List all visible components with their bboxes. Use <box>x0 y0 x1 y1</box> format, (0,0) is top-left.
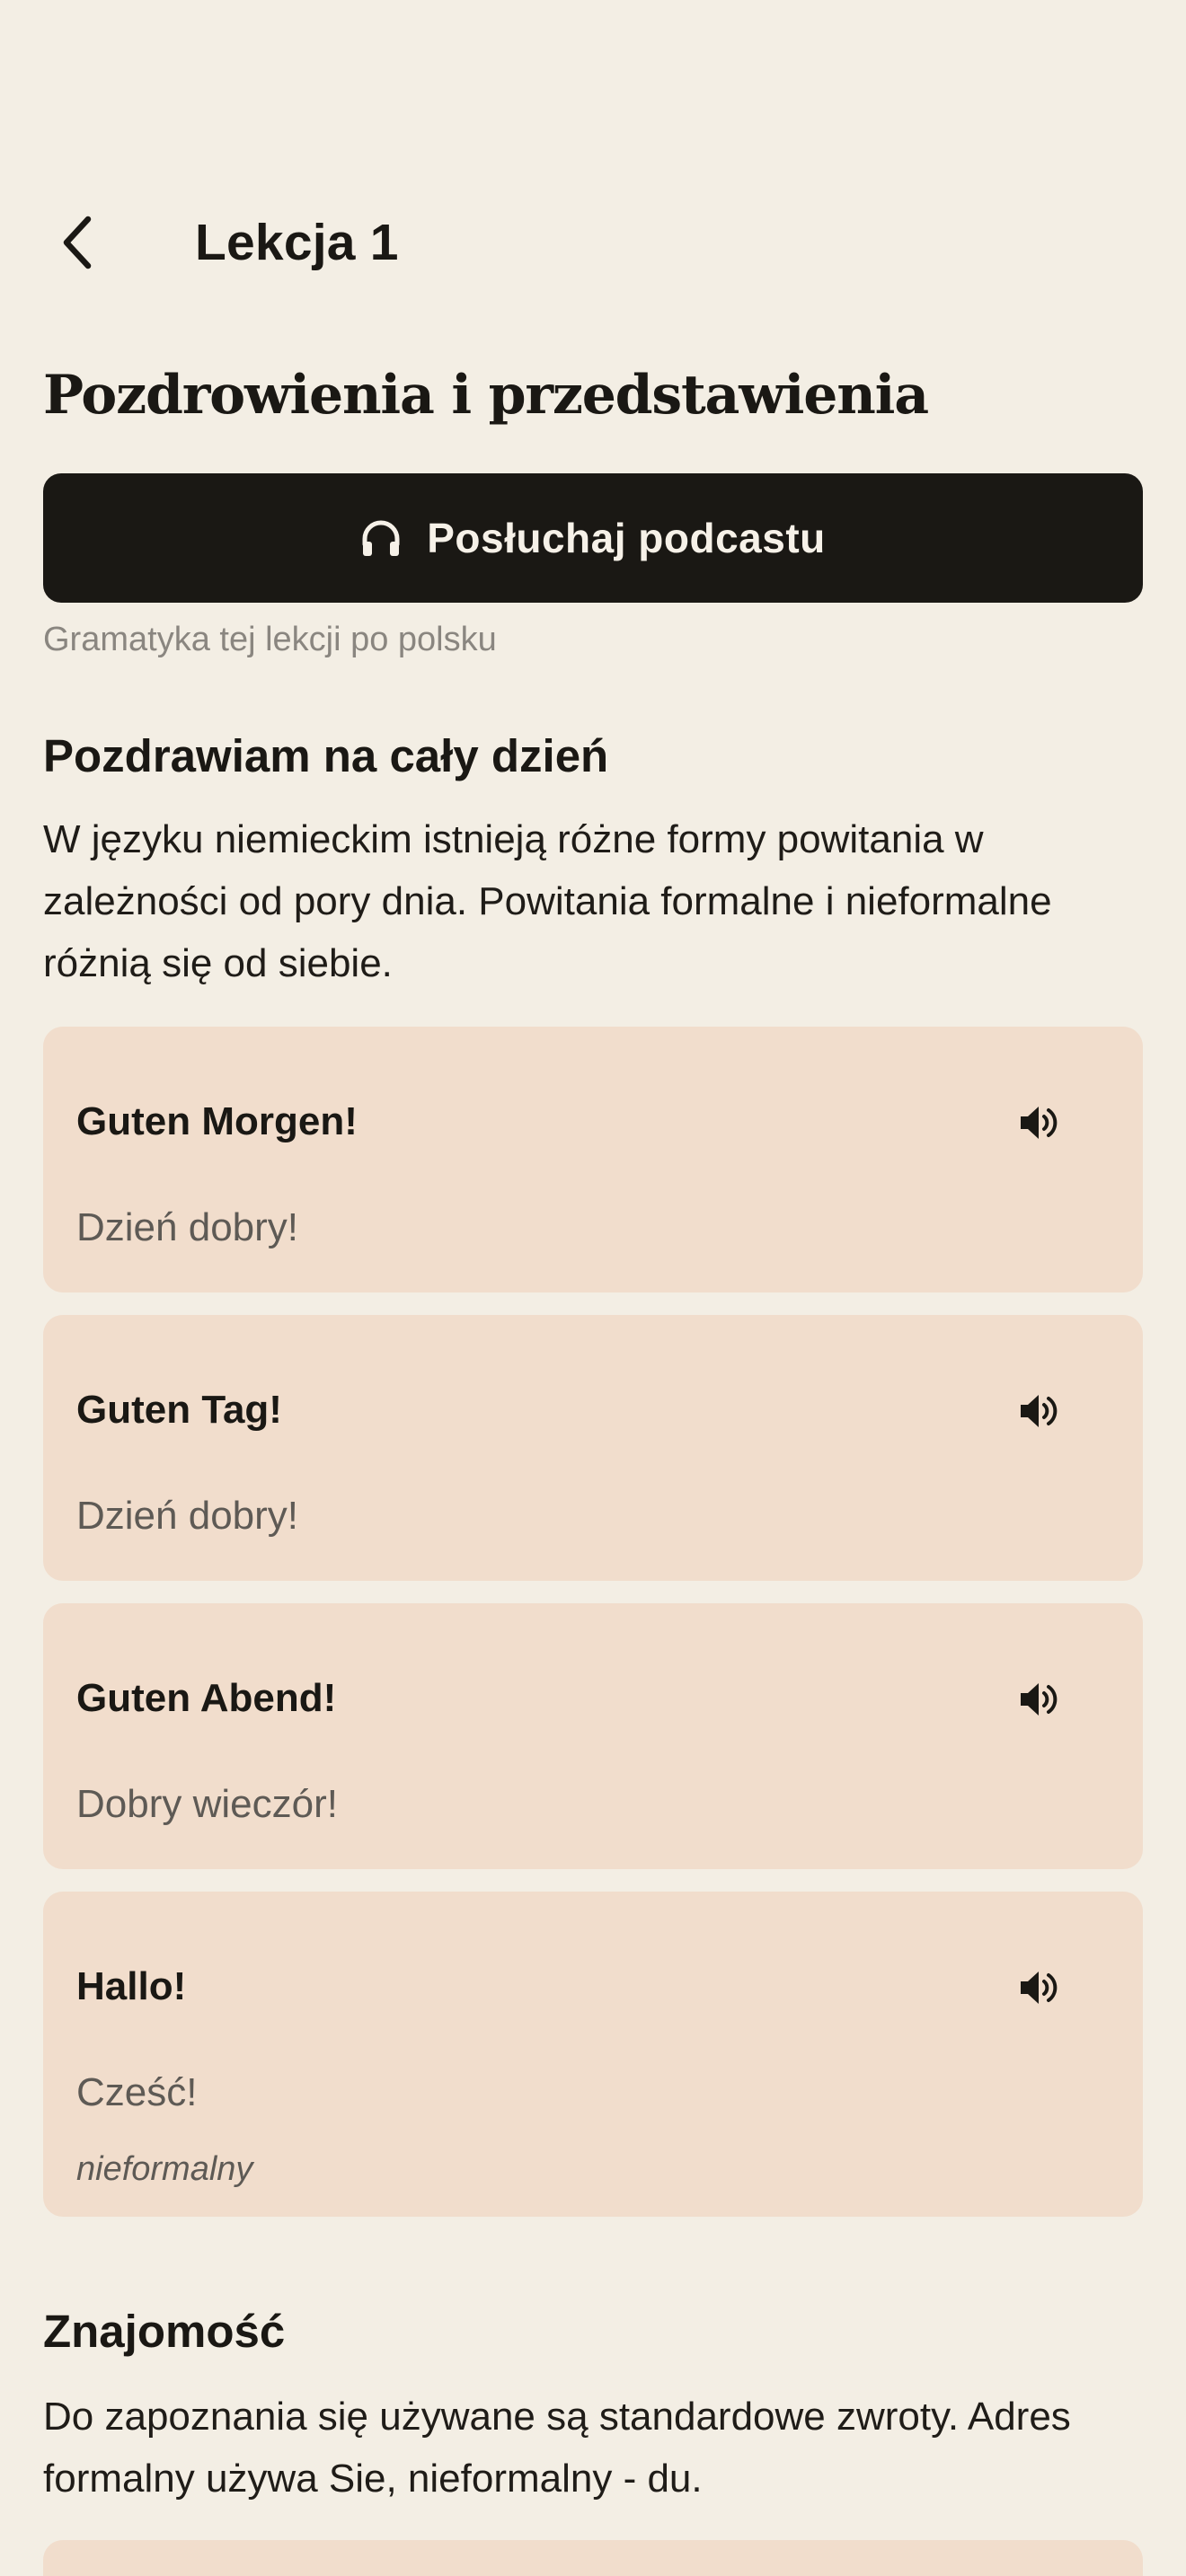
grammar-polish-link[interactable]: Gramatyka tej lekcji po polsku <box>43 616 497 663</box>
speaker-icon <box>1021 1395 1058 1427</box>
section-title-introductions: Znajomość <box>43 2306 286 2357</box>
phrase-translation: Dobry wieczór! <box>76 1782 338 1826</box>
lesson-title: Pozdrowienia i przedstawienia <box>43 364 929 427</box>
lesson-screen: Lekcja 1 Pozdrowienia i przedstawienia P… <box>0 0 1186 2576</box>
phrase-german: Guten Morgen! <box>76 1099 358 1143</box>
phrase-card: Guten Morgen! Dzień dobry! <box>43 1027 1143 1292</box>
headphones-icon <box>360 517 402 559</box>
phrase-translation: Dzień dobry! <box>76 1494 299 1538</box>
speaker-button[interactable] <box>1015 1387 1064 1435</box>
speaker-button[interactable] <box>1015 1963 1064 2012</box>
back-button[interactable] <box>43 208 111 277</box>
speaker-icon <box>1021 1107 1058 1139</box>
page-title: Lekcja 1 <box>195 214 399 271</box>
phrase-translation: Dzień dobry! <box>76 1205 299 1249</box>
phrase-translation: Cześć! <box>76 2070 198 2114</box>
phrase-german: Hallo! <box>76 1964 187 2008</box>
speaker-icon <box>1021 1683 1058 1716</box>
speaker-icon <box>1021 1972 1058 2004</box>
listen-podcast-label: Posłuchaj podcastu <box>427 515 826 561</box>
phrase-register-note: nieformalny <box>76 2150 253 2188</box>
phrase-german: Guten Tag! <box>76 1388 282 1432</box>
speaker-button[interactable] <box>1015 1098 1064 1147</box>
phrase-card: Guten Tag! Dzień dobry! <box>43 1315 1143 1581</box>
phrase-card: Guten Abend! Dobry wieczór! <box>43 1603 1143 1869</box>
phrase-card <box>43 2540 1143 2576</box>
phrase-card: Hallo! Cześć! nieformalny <box>43 1892 1143 2217</box>
chevron-left-icon <box>63 216 92 269</box>
section-description-introductions: Do zapoznania się używane są standardowe… <box>43 2395 1071 2501</box>
section-title-greetings: Pozdrawiam na cały dzień <box>43 730 609 781</box>
listen-podcast-button[interactable]: Posłuchaj podcastu <box>43 473 1143 603</box>
top-bar: Lekcja 1 <box>0 189 1186 296</box>
phrase-german: Guten Abend! <box>76 1676 337 1720</box>
speaker-button[interactable] <box>1015 1675 1064 1724</box>
section-description-greetings: W języku niemieckim istnieją różne formy… <box>43 817 1052 985</box>
